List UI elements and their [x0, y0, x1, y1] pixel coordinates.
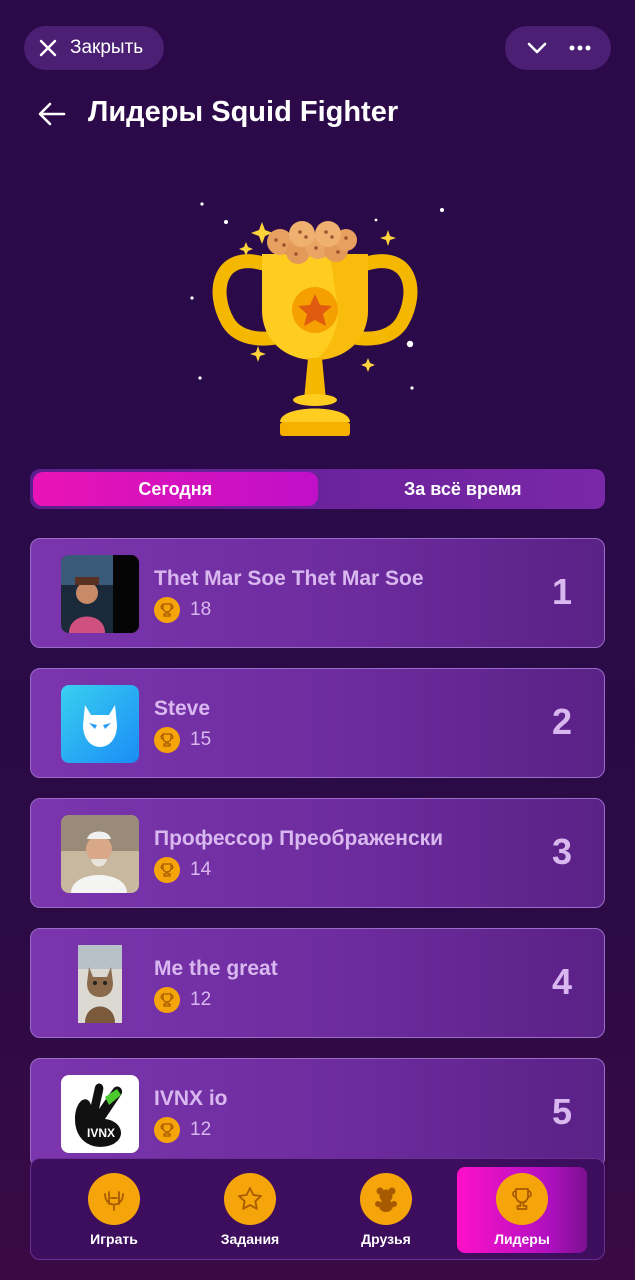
leader-row[interactable]: Steve 15 2 — [30, 668, 605, 778]
close-icon — [39, 39, 57, 57]
avatar: IVNX — [61, 1075, 139, 1153]
leader-row[interactable]: Профессор Преображенски 14 3 — [30, 798, 605, 908]
avatar — [61, 945, 139, 1023]
trophy-icon — [154, 727, 180, 753]
leader-score: 14 — [190, 859, 212, 880]
trophy-icon — [154, 597, 180, 623]
leader-score: 12 — [190, 989, 212, 1010]
leader-rank: 5 — [551, 1091, 572, 1132]
nav-label: Задания — [220, 1231, 280, 1247]
score-row: 18 — [154, 597, 211, 623]
nav-play[interactable]: Играть — [49, 1167, 179, 1253]
leaderboard-list: Thet Mar Soe Thet Mar Soe 18 1 Steve 15 … — [30, 538, 605, 1188]
close-label: Закрыть — [70, 37, 144, 58]
star-icon — [224, 1173, 276, 1225]
bottom-nav: Играть Задания Друзья Лидеры — [30, 1158, 605, 1260]
svg-text:IVNX: IVNX — [87, 1126, 115, 1140]
arrow-left-icon[interactable] — [36, 98, 68, 130]
leader-score: 15 — [190, 729, 212, 750]
avatar — [61, 815, 139, 893]
score-row: 12 — [154, 987, 211, 1013]
score-row: 15 — [154, 727, 211, 753]
leader-row[interactable]: IVNX IVNX io 12 5 — [30, 1058, 605, 1168]
leader-name: Me the great — [154, 957, 278, 980]
window-controls — [505, 26, 611, 70]
tab-all-time[interactable]: За всё время — [321, 469, 606, 509]
tab-today[interactable]: Сегодня — [33, 472, 318, 506]
avatar — [61, 685, 139, 763]
nav-friends[interactable]: Друзья — [321, 1167, 451, 1253]
more-horizontal-icon[interactable] — [568, 36, 592, 60]
leader-rank: 1 — [551, 571, 572, 612]
score-row: 14 — [154, 857, 211, 883]
trophy-with-cookies-icon — [180, 190, 450, 450]
nav-tasks[interactable]: Задания — [185, 1167, 315, 1253]
teddy-bear-icon — [360, 1173, 412, 1225]
leader-name: Thet Mar Soe Thet Mar Soe — [154, 567, 424, 590]
leader-score: 12 — [190, 1119, 212, 1140]
nav-leaders[interactable]: Лидеры — [457, 1167, 587, 1253]
trophy-icon — [154, 857, 180, 883]
trophy-icon — [154, 987, 180, 1013]
avatar — [61, 555, 139, 633]
score-row: 12 — [154, 1117, 211, 1143]
page-title: Лидеры Squid Fighter — [88, 96, 399, 128]
leader-score: 18 — [190, 599, 212, 620]
period-tabs: Сегодня За всё время — [30, 469, 605, 509]
nav-label: Играть — [90, 1231, 138, 1247]
leader-row[interactable]: Me the great 12 4 — [30, 928, 605, 1038]
leader-rank: 4 — [551, 961, 572, 1002]
chevron-down-icon[interactable] — [525, 36, 549, 60]
game-controller-icon — [88, 1173, 140, 1225]
trophy-icon — [496, 1173, 548, 1225]
nav-label: Друзья — [361, 1231, 411, 1247]
leader-name: Профессор Преображенски — [154, 827, 444, 850]
trophy-icon — [154, 1117, 180, 1143]
leader-row[interactable]: Thet Mar Soe Thet Mar Soe 18 1 — [30, 538, 605, 648]
leader-name: IVNX io — [154, 1087, 228, 1110]
leader-name: Steve — [154, 697, 211, 720]
close-button[interactable]: Закрыть — [24, 26, 164, 70]
nav-label: Лидеры — [494, 1231, 550, 1247]
leader-rank: 2 — [551, 701, 572, 742]
leader-rank: 3 — [551, 831, 572, 872]
